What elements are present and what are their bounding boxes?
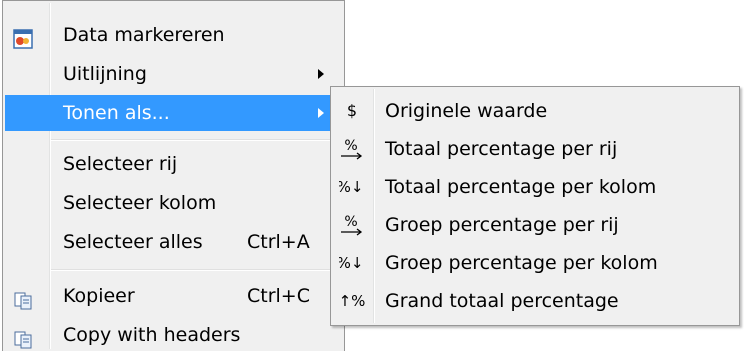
group-percent-row-glyph: % <box>344 214 357 230</box>
percent-column-glyph: %↓ <box>339 178 363 196</box>
dollar-icon: $ <box>339 99 365 123</box>
menu-item-shortcut: Ctrl+A <box>247 231 310 253</box>
menu-item-label: Uitlijning <box>63 63 147 85</box>
menu-item-selecteer-alles[interactable]: Selecteer alles Ctrl+A <box>5 224 342 260</box>
menu-item-label: Selecteer alles <box>63 231 203 253</box>
menu-item-label: Kopieer <box>63 285 135 307</box>
menu-item-label: Selecteer rij <box>63 153 178 175</box>
submenu-item-label: Groep percentage per rij <box>385 214 619 236</box>
submenu-item-label: Originele waarde <box>385 100 548 122</box>
menu-separator <box>51 269 340 271</box>
copy-icon <box>13 286 33 310</box>
submenu-item-groep-percentage-per-kolom[interactable]: %↓ Groep percentage per kolom <box>333 245 737 281</box>
submenu-item-label: Groep percentage per kolom <box>385 252 658 274</box>
percent-row-glyph: % <box>344 138 357 154</box>
menu-item-shortcut: Ctrl+C <box>247 285 310 307</box>
menu-item-label: Selecteer kolom <box>63 192 217 214</box>
copy-headers-icon <box>13 325 33 349</box>
submenu-item-totaal-percentage-per-kolom[interactable]: %↓ Totaal percentage per kolom <box>333 169 737 205</box>
submenu-item-label: Totaal percentage per rij <box>385 138 618 160</box>
group-percent-row-icon: % <box>339 213 365 237</box>
menu-item-kopieer[interactable]: Kopieer Ctrl+C <box>5 278 342 314</box>
menu-item-copy-with-headers[interactable]: Copy with headers <box>5 317 342 353</box>
menu-item-selecteer-rij[interactable]: Selecteer rij <box>5 146 342 182</box>
submenu-item-grand-totaal-percentage[interactable]: ↑% Grand totaal percentage <box>333 283 737 319</box>
submenu-item-groep-percentage-per-rij[interactable]: % Groep percentage per rij <box>333 207 737 243</box>
percent-row-icon: % <box>339 137 365 161</box>
submenu-item-originele-waarde[interactable]: $ Originele waarde <box>333 93 737 129</box>
grand-total-percent-icon: ↑% <box>339 289 366 313</box>
menu-item-tonen-als[interactable]: Tonen als... <box>5 95 342 131</box>
grand-total-percent-glyph: ↑% <box>339 292 365 310</box>
dollar-icon-glyph: $ <box>347 101 357 120</box>
submenu-arrow-icon <box>318 108 324 118</box>
group-percent-column-glyph: %↓ <box>339 254 363 272</box>
highlight-data-icon <box>13 25 33 49</box>
submenu-arrow-icon <box>318 69 324 79</box>
menu-separator <box>51 139 340 141</box>
context-menu: Data markereren Uitlijning Tonen als... … <box>2 0 345 351</box>
menu-item-data-markereren[interactable]: Data markereren <box>5 17 342 53</box>
submenu-item-label: Grand totaal percentage <box>385 290 619 312</box>
submenu-item-totaal-percentage-per-rij[interactable]: % Totaal percentage per rij <box>333 131 737 167</box>
menu-item-label: Copy with headers <box>63 324 241 346</box>
menu-item-label: Data markereren <box>63 24 225 46</box>
menu-item-label: Tonen als... <box>63 102 170 124</box>
menu-item-selecteer-kolom[interactable]: Selecteer kolom <box>5 185 342 221</box>
group-percent-column-icon: %↓ <box>337 251 365 275</box>
submenu-item-label: Totaal percentage per kolom <box>385 176 657 198</box>
submenu-tonen-als: $ Originele waarde % Totaal percentage p… <box>330 86 740 326</box>
menu-item-uitlijning[interactable]: Uitlijning <box>5 56 342 92</box>
percent-column-icon: %↓ <box>337 175 365 199</box>
